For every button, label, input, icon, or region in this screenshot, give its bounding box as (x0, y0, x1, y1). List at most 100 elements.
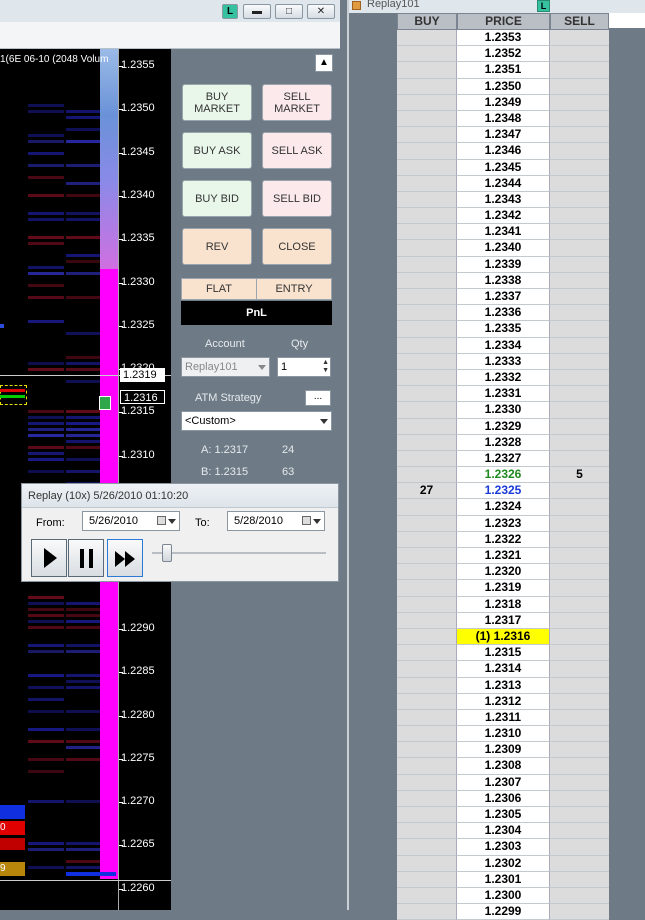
buy-cell[interactable] (397, 240, 457, 257)
price-cell[interactable]: 1.2326 (457, 467, 550, 484)
buy-cell[interactable] (397, 628, 457, 646)
sell-cell[interactable] (550, 855, 609, 872)
sell-cell[interactable] (550, 531, 609, 548)
price-cell[interactable]: 1.2310 (457, 726, 550, 743)
maximize-button[interactable]: □ (275, 4, 303, 19)
sell-cell[interactable] (550, 434, 609, 451)
to-date-picker[interactable]: 5/28/2010 (227, 511, 325, 531)
sell-cell[interactable] (550, 548, 609, 565)
buy-cell[interactable] (397, 321, 457, 338)
sell-cell[interactable] (550, 159, 609, 176)
buy-cell[interactable] (397, 337, 457, 354)
price-cell[interactable]: 1.2339 (457, 256, 550, 273)
sell-cell[interactable] (550, 369, 609, 387)
buy-cell[interactable] (397, 402, 457, 419)
buy-cell[interactable] (397, 94, 457, 111)
replay-speed-track[interactable] (152, 552, 326, 554)
price-cell[interactable]: 1.2319 (457, 580, 550, 597)
buy-ask-button[interactable]: BUY ASK (182, 132, 252, 169)
buy-bid-button[interactable]: BUY BID (182, 180, 252, 217)
sell-cell[interactable] (550, 580, 609, 597)
buy-cell[interactable] (397, 904, 457, 920)
buy-cell[interactable] (397, 224, 457, 241)
buy-cell[interactable] (397, 110, 457, 128)
buy-cell[interactable] (397, 709, 457, 727)
buy-cell[interactable] (397, 78, 457, 95)
close-window-button[interactable]: ✕ (307, 4, 335, 19)
sell-cell[interactable] (550, 321, 609, 338)
buy-cell[interactable] (397, 386, 457, 403)
price-cell[interactable]: 1.2314 (457, 661, 550, 678)
sell-cell[interactable] (550, 78, 609, 95)
buy-cell[interactable] (397, 143, 457, 160)
price-cell[interactable]: 1.2312 (457, 693, 550, 710)
window-splitter[interactable] (347, 0, 349, 910)
sell-cell[interactable] (550, 62, 609, 79)
buy-cell[interactable] (397, 515, 457, 532)
sell-cell[interactable] (550, 839, 609, 856)
account-select[interactable]: Replay101 (181, 357, 270, 377)
price-cell[interactable]: 1.2320 (457, 564, 550, 581)
sell-cell[interactable] (550, 887, 609, 905)
stepper-up-icon[interactable]: ▲ (322, 359, 329, 367)
price-cell[interactable]: 1.2346 (457, 143, 550, 160)
price-cell[interactable]: 1.2309 (457, 742, 550, 759)
price-cell[interactable]: (1) 1.2316 (457, 628, 550, 646)
buy-cell[interactable] (397, 62, 457, 79)
sell-cell[interactable] (550, 224, 609, 241)
sell-cell[interactable] (550, 774, 609, 791)
buy-cell[interactable] (397, 774, 457, 791)
buy-cell[interactable] (397, 823, 457, 840)
price-cell[interactable]: 1.2343 (457, 191, 550, 209)
sell-cell[interactable] (550, 402, 609, 419)
buy-market-button[interactable]: BUY MARKET (182, 84, 252, 121)
minimize-button[interactable]: ▬ (243, 4, 271, 19)
buy-cell[interactable] (397, 758, 457, 775)
sell-cell[interactable] (550, 289, 609, 306)
link-icon[interactable]: L (537, 0, 550, 12)
sell-cell[interactable] (550, 272, 609, 289)
price-cell[interactable]: 1.2353 (457, 30, 550, 47)
sell-cell[interactable] (550, 693, 609, 710)
buy-cell[interactable] (397, 450, 457, 468)
qty-stepper[interactable]: 1 ▲ ▼ (277, 357, 331, 377)
atm-options-button[interactable]: ... (305, 390, 331, 406)
sell-cell[interactable] (550, 483, 609, 500)
buy-cell[interactable] (397, 256, 457, 273)
price-cell[interactable]: 1.2317 (457, 612, 550, 629)
price-cell[interactable]: 1.2351 (457, 62, 550, 79)
price-cell[interactable]: 1.2301 (457, 871, 550, 888)
buy-cell[interactable] (397, 887, 457, 905)
price-cell[interactable]: 1.2307 (457, 774, 550, 791)
sell-column-header[interactable]: SELL (550, 13, 609, 30)
sell-cell[interactable] (550, 904, 609, 920)
sell-cell[interactable] (550, 450, 609, 468)
buy-cell[interactable] (397, 46, 457, 63)
price-cell[interactable]: 1.2340 (457, 240, 550, 257)
sell-ask-button[interactable]: SELL ASK (262, 132, 332, 169)
price-cell[interactable]: 1.2345 (457, 159, 550, 176)
buy-cell[interactable] (397, 30, 457, 47)
price-cell[interactable]: 1.2328 (457, 434, 550, 451)
buy-cell[interactable] (397, 305, 457, 322)
sell-cell[interactable] (550, 661, 609, 678)
sell-cell[interactable] (550, 790, 609, 807)
buy-cell[interactable] (397, 548, 457, 565)
buy-cell[interactable] (397, 175, 457, 192)
fast-forward-button[interactable] (107, 539, 143, 577)
price-cell[interactable]: 1.2306 (457, 790, 550, 807)
from-date-picker[interactable]: 5/26/2010 (82, 511, 180, 531)
sell-cell[interactable] (550, 191, 609, 209)
price-cell[interactable]: 1.2318 (457, 596, 550, 613)
price-cell[interactable]: 1.2344 (457, 175, 550, 192)
buy-cell[interactable] (397, 693, 457, 710)
price-cell[interactable]: 1.2349 (457, 94, 550, 111)
sell-cell[interactable] (550, 30, 609, 47)
stepper-down-icon[interactable]: ▼ (322, 367, 329, 375)
price-cell[interactable]: 1.2311 (457, 709, 550, 727)
replay-titlebar[interactable]: Replay (10x) 5/26/2010 01:10:20 (22, 484, 338, 508)
price-cell[interactable]: 1.2315 (457, 645, 550, 662)
sell-cell[interactable] (550, 256, 609, 273)
pause-button[interactable] (68, 539, 104, 577)
buy-cell[interactable] (397, 596, 457, 613)
